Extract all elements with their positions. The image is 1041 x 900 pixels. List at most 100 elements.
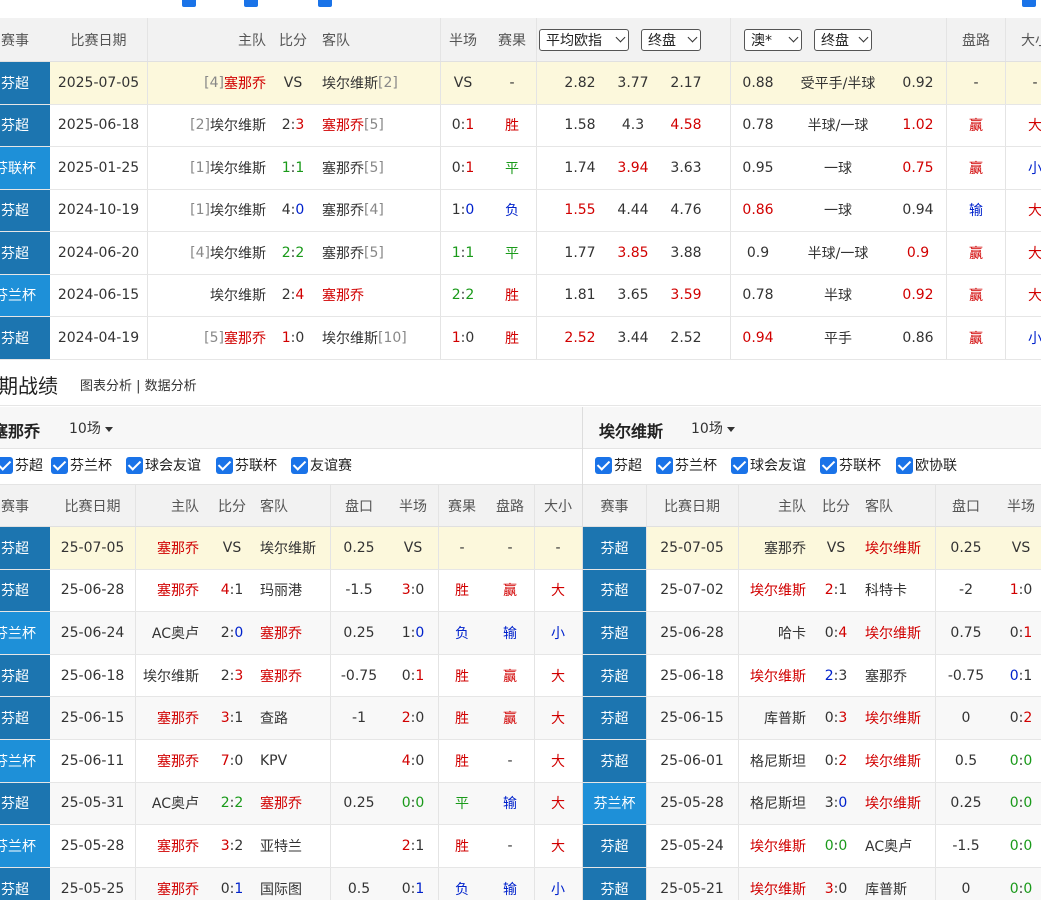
recent-league-cell[interactable]: 芬超	[583, 569, 646, 612]
home-team-link[interactable]: 埃尔维斯	[210, 243, 266, 263]
top-checkbox-3[interactable]	[318, 0, 332, 7]
recent-away-cell[interactable]: 塞那乔	[258, 655, 328, 697]
recent-league-cell[interactable]: 芬超	[0, 527, 50, 569]
h2h-league-cell[interactable]: 芬超	[0, 232, 50, 274]
recent-away-cell[interactable]: 埃尔维斯	[863, 740, 933, 782]
filter-3[interactable]: 芬联杯	[820, 455, 881, 475]
recent-home-cell[interactable]: 埃尔维斯	[738, 655, 812, 697]
home-count-dropdown[interactable]: 10场	[69, 418, 113, 438]
recent-league-cell[interactable]: 芬兰杯	[0, 739, 50, 782]
away-count-dropdown[interactable]: 10场	[691, 418, 735, 438]
recent-away-cell[interactable]: 埃尔维斯	[863, 783, 933, 825]
recent-away-cell[interactable]: 塞那乔	[258, 612, 328, 654]
top-checkbox-2[interactable]	[244, 0, 258, 7]
recent-home-cell[interactable]: 埃尔维斯	[738, 570, 812, 612]
recent-away-cell[interactable]: 埃尔维斯	[863, 612, 933, 654]
asia-company-select[interactable]: 澳*	[744, 28, 802, 51]
recent-home-cell[interactable]: AC奥卢	[135, 783, 205, 825]
home-team-link[interactable]: 埃尔维斯	[210, 200, 266, 220]
euro-stage-select[interactable]: 终盘	[641, 28, 701, 51]
recent-league-cell[interactable]: 芬超	[583, 697, 646, 739]
away-team-link[interactable]: 塞那乔	[322, 115, 364, 135]
home-team-link[interactable]: 埃尔维斯	[210, 285, 266, 305]
recent-home-cell[interactable]: 埃尔维斯	[135, 655, 205, 697]
recent-league-cell[interactable]: 芬超	[583, 867, 646, 900]
filter-2[interactable]: 球会友谊	[731, 455, 806, 475]
filter-4[interactable]: 欧协联	[896, 455, 957, 475]
recent-home-cell[interactable]: 格尼斯坦	[738, 740, 812, 782]
filter-4[interactable]: 友谊赛	[291, 455, 352, 475]
recent-home-cell[interactable]: AC奥卢	[135, 612, 205, 654]
recent-league-cell[interactable]: 芬超	[0, 569, 50, 612]
recent-league-cell[interactable]: 芬超	[0, 697, 50, 739]
home-team-link[interactable]: 埃尔维斯	[210, 115, 266, 135]
away-team-link[interactable]: 塞那乔	[322, 200, 364, 220]
recent-league-cell[interactable]: 芬超	[583, 527, 646, 569]
recent-away-cell[interactable]: 埃尔维斯	[863, 697, 933, 739]
recent-home-cell[interactable]: 格尼斯坦	[738, 783, 812, 825]
recent-league-cell[interactable]: 芬超	[0, 654, 50, 697]
recent-league-cell[interactable]: 芬超	[583, 825, 646, 867]
recent-home-cell[interactable]: 塞那乔	[135, 697, 205, 739]
recent-away-cell[interactable]: KPV	[258, 740, 328, 782]
away-team-link[interactable]: 塞那乔	[322, 285, 364, 305]
h2h-league-cell[interactable]: 芬超	[0, 62, 50, 104]
away-team-link[interactable]: 塞那乔	[322, 243, 364, 263]
recent-away-cell[interactable]: AC奥卢	[863, 825, 933, 867]
recent-home-cell[interactable]: 塞那乔	[135, 825, 205, 867]
away-team-link[interactable]: 埃尔维斯	[322, 73, 378, 93]
recent-away-cell[interactable]: 亚特兰	[258, 825, 328, 867]
recent-league-cell[interactable]: 芬超	[0, 782, 50, 825]
filter-2[interactable]: 球会友谊	[126, 455, 201, 475]
checkbox-checked-icon[interactable]	[291, 456, 308, 474]
recent-home-cell[interactable]: 塞那乔	[135, 740, 205, 782]
recent-away-cell[interactable]: 埃尔维斯	[863, 527, 933, 569]
recent-away-cell[interactable]: 查路	[258, 697, 328, 739]
checkbox-checked-icon[interactable]	[216, 456, 233, 474]
checkbox-checked-icon[interactable]	[731, 456, 748, 474]
recent-home-cell[interactable]: 库普斯	[738, 697, 812, 739]
h2h-league-cell[interactable]: 芬超	[0, 189, 50, 231]
recent-home-cell[interactable]: 塞那乔	[135, 570, 205, 612]
recent-home-cell[interactable]: 埃尔维斯	[738, 825, 812, 867]
recent-league-cell[interactable]: 芬超	[583, 739, 646, 782]
recent-league-cell[interactable]: 芬超	[583, 612, 646, 654]
filter-0[interactable]: 芬超	[0, 455, 43, 475]
filter-3[interactable]: 芬联杯	[216, 455, 277, 475]
filter-0[interactable]: 芬超	[595, 455, 642, 475]
checkbox-checked-icon[interactable]	[51, 456, 68, 474]
recent-home-cell[interactable]: 塞那乔	[738, 527, 812, 569]
recent-away-cell[interactable]: 塞那乔	[863, 655, 933, 697]
recent-away-cell[interactable]: 国际图	[258, 868, 328, 900]
recent-away-cell[interactable]: 库普斯	[863, 868, 933, 900]
asia-stage-select[interactable]: 终盘	[814, 28, 872, 51]
analysis-links[interactable]: 图表分析 | 数据分析	[80, 375, 197, 394]
recent-away-cell[interactable]: 埃尔维斯	[258, 527, 328, 569]
recent-home-cell[interactable]: 塞那乔	[135, 868, 205, 900]
recent-away-cell[interactable]: 塞那乔	[258, 783, 328, 825]
home-team-link[interactable]: 塞那乔	[224, 328, 266, 348]
away-team-link[interactable]: 塞那乔	[322, 158, 364, 178]
checkbox-checked-icon[interactable]	[126, 456, 143, 474]
recent-league-cell[interactable]: 芬超	[583, 654, 646, 697]
top-checkbox-1[interactable]	[182, 0, 196, 7]
h2h-league-cell[interactable]: 芬超	[0, 104, 50, 146]
filter-1[interactable]: 芬兰杯	[656, 455, 717, 475]
recent-league-cell[interactable]: 芬超	[0, 867, 50, 900]
recent-home-cell[interactable]: 埃尔维斯	[738, 868, 812, 900]
checkbox-checked-icon[interactable]	[595, 456, 612, 474]
checkbox-checked-icon[interactable]	[896, 456, 913, 474]
h2h-league-cell[interactable]: 芬联杯	[0, 147, 50, 189]
home-team-link[interactable]: 埃尔维斯	[210, 158, 266, 178]
top-checkbox-4[interactable]	[1022, 0, 1036, 7]
home-team-link[interactable]: 塞那乔	[224, 73, 266, 93]
h2h-league-cell[interactable]: 芬兰杯	[0, 274, 50, 316]
checkbox-checked-icon[interactable]	[820, 456, 837, 474]
recent-league-cell[interactable]: 芬兰杯	[583, 782, 646, 825]
checkbox-checked-icon[interactable]	[0, 456, 13, 474]
away-team-link[interactable]: 埃尔维斯	[322, 328, 378, 348]
checkbox-checked-icon[interactable]	[656, 456, 673, 474]
recent-league-cell[interactable]: 芬兰杯	[0, 612, 50, 654]
recent-home-cell[interactable]: 塞那乔	[135, 527, 205, 569]
recent-away-cell[interactable]: 玛丽港	[258, 570, 328, 612]
